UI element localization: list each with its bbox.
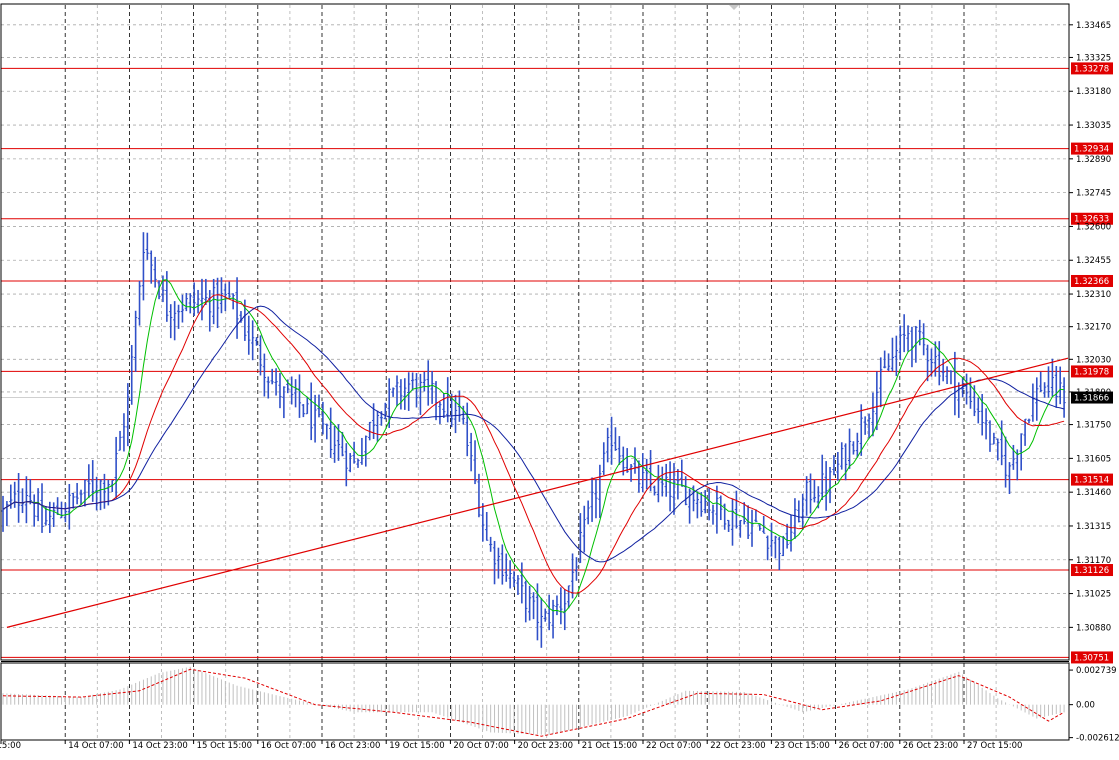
x-tick-label: 16 Oct 23:00 (325, 741, 380, 751)
x-tick-label: 15:00 (0, 741, 21, 751)
osc-y-tick-label: 0.002739 (1076, 666, 1117, 676)
y-tick-label: 1.32890 (1076, 155, 1111, 165)
x-tick-label: 20 Oct 23:00 (518, 741, 573, 751)
level-price-label: 1.33278 (1074, 64, 1109, 74)
y-tick-label: 1.31170 (1076, 556, 1111, 566)
x-tick-label: 23 Oct 15:00 (774, 741, 829, 751)
x-tick-label: 22 Oct 07:00 (646, 741, 701, 751)
y-tick-label: 1.33465 (1076, 21, 1111, 31)
x-tick-label: 19 Oct 15:00 (389, 741, 444, 751)
level-price-label: 1.31126 (1074, 566, 1109, 576)
level-price-label: 1.31978 (1074, 367, 1109, 377)
x-tick-label: 26 Oct 07:00 (839, 741, 894, 751)
y-tick-label: 1.33035 (1076, 121, 1111, 131)
osc-y-tick-label: 0.00 (1076, 701, 1095, 711)
level-price-label: 1.32934 (1074, 145, 1109, 155)
y-tick-label: 1.31890 (1076, 388, 1111, 398)
osc-y-tick-label: -0.002612 (1076, 734, 1119, 744)
y-tick-label: 1.31605 (1076, 454, 1111, 464)
y-tick-label: 1.32600 (1076, 222, 1111, 232)
y-tick-label: 1.32455 (1076, 256, 1111, 266)
y-tick-label: 1.31460 (1076, 488, 1111, 498)
level-price-label: 1.31514 (1074, 476, 1109, 486)
y-tick-label: 1.32170 (1076, 323, 1111, 333)
x-tick-label: 26 Oct 23:00 (903, 741, 958, 751)
x-tick-label: 21 Oct 15:00 (582, 741, 637, 751)
x-tick-label: 16 Oct 07:00 (261, 741, 316, 751)
trading-chart: 1.33278 1.32934 1.32633 1.32366 1.31978 1.315… (0, 0, 1119, 756)
x-tick-label: 22 Oct 23:00 (710, 741, 765, 751)
x-tick-label: 15 Oct 15:00 (197, 741, 252, 751)
x-tick-label: 20 Oct 07:00 (453, 741, 508, 751)
x-tick-label: 14 Oct 07:00 (68, 741, 123, 751)
y-tick-label: 1.33180 (1076, 87, 1111, 97)
x-tick-label: 14 Oct 23:00 (132, 741, 187, 751)
level-price-label: 1.30751 (1074, 653, 1109, 663)
y-tick-label: 1.31025 (1076, 590, 1111, 600)
y-tick-label: 1.32745 (1076, 189, 1111, 199)
y-tick-label: 1.31750 (1076, 421, 1111, 431)
y-tick-label: 1.30880 (1076, 623, 1111, 633)
y-tick-label: 1.32310 (1076, 290, 1111, 300)
level-price-label: 1.32366 (1074, 277, 1109, 287)
y-tick-label: 1.31315 (1076, 522, 1111, 532)
y-tick-label: 1.32030 (1076, 355, 1111, 365)
chart-canvas: 1.332781.329341.326331.323661.319781.315… (0, 0, 1119, 756)
x-tick-label: 27 Oct 15:00 (967, 741, 1022, 751)
y-tick-label: 1.33325 (1076, 53, 1111, 63)
